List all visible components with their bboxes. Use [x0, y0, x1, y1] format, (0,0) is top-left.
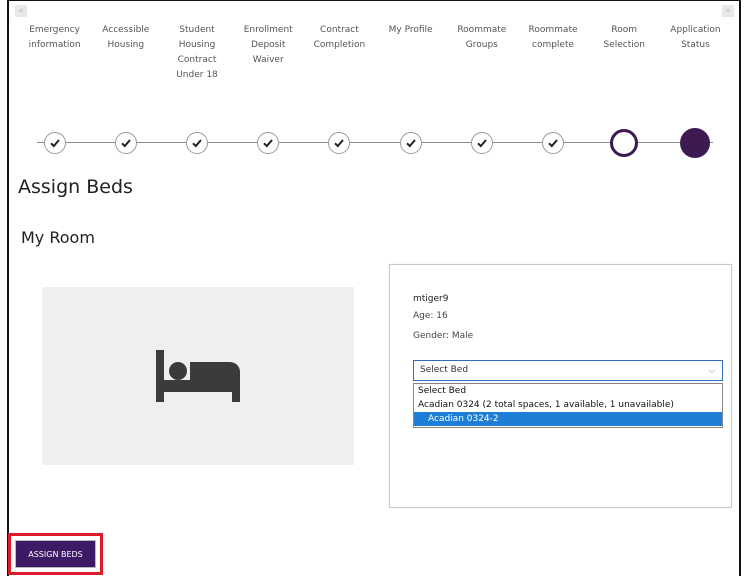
occupant-age: Age: 16 [413, 311, 448, 321]
bed-option-placeholder[interactable]: Select Bed [414, 384, 722, 398]
assign-button-highlight: ASSIGN BEDS [8, 533, 103, 575]
chevron-down-icon: ⌵ [708, 366, 715, 375]
step-label-emergency-information[interactable]: Emergency information [19, 23, 90, 103]
assign-beds-button[interactable]: ASSIGN BEDS [15, 540, 96, 568]
chevron-left-icon[interactable]: « [15, 5, 27, 17]
step-label-student-housing-contract[interactable]: Student Housing Contract Under 18 [161, 23, 232, 103]
occupant-username: mtiger9 [413, 294, 449, 304]
step-complete-check-icon[interactable] [114, 132, 137, 154]
step-upcoming-indicator[interactable] [680, 128, 711, 158]
step-complete-check-icon[interactable] [43, 132, 66, 154]
step-label-roommate-complete[interactable]: Roommate complete [517, 23, 588, 103]
chevron-right-icon[interactable]: » [722, 5, 734, 17]
progress-stepper [19, 124, 731, 162]
step-complete-check-icon[interactable] [399, 132, 422, 154]
bed-icon [156, 350, 240, 402]
bed-select-dropdown[interactable]: Select Bed ⌵ [413, 360, 723, 381]
step-label-room-selection[interactable]: Room Selection [589, 23, 660, 103]
occupant-card: mtiger9 Age: 16 Gender: Male Select Bed … [389, 264, 732, 508]
step-label-roommate-groups[interactable]: Roommate Groups [446, 23, 517, 103]
room-image [42, 287, 354, 465]
step-complete-check-icon[interactable] [186, 132, 208, 154]
step-label-contract-completion[interactable]: Contract Completion [304, 23, 375, 103]
step-label-enrollment-deposit-waiver[interactable]: Enrollment Deposit Waiver [233, 23, 304, 103]
step-label-application-status[interactable]: Application Status [660, 23, 731, 103]
step-label-my-profile[interactable]: My Profile [375, 23, 446, 103]
steps-labels: Emergency information Accessible Housing… [19, 23, 731, 103]
bed-option-highlighted[interactable]: Acadian 0324-2 [414, 412, 722, 426]
application-frame: « » Emergency information Accessible Hou… [7, 0, 741, 576]
step-complete-check-icon[interactable] [470, 132, 493, 154]
step-current-indicator[interactable] [610, 129, 639, 157]
bed-option-group-room: Acadian 0324 (2 total spaces, 1 availabl… [418, 400, 674, 410]
step-complete-check-icon[interactable] [542, 132, 565, 154]
page-title: Assign Beds [18, 176, 133, 198]
step-complete-check-icon[interactable] [257, 132, 280, 154]
bed-select-value: Select Bed [420, 365, 469, 375]
step-label-accessible-housing[interactable]: Accessible Housing [90, 23, 161, 103]
section-title: My Room [21, 228, 95, 247]
bed-options-list: Select Bed Acadian 0324 (2 total spaces,… [413, 383, 723, 428]
occupant-gender: Gender: Male [413, 331, 474, 341]
step-complete-check-icon[interactable] [328, 132, 351, 154]
